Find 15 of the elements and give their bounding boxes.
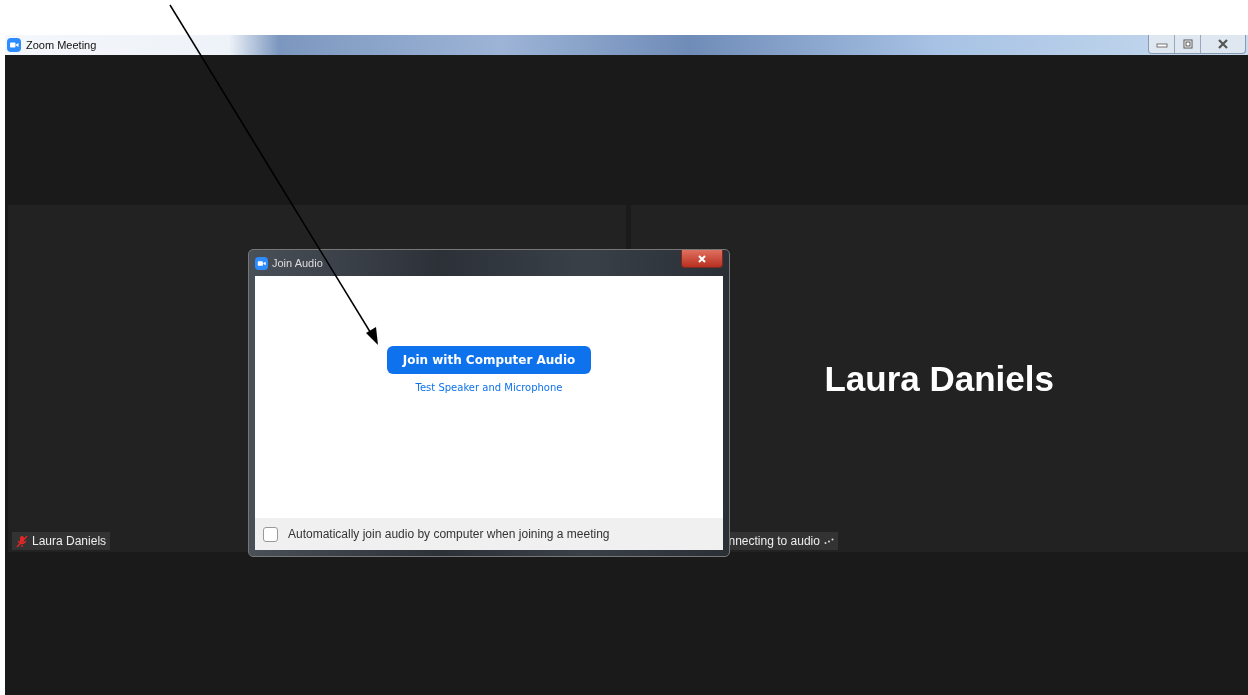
close-button[interactable] (681, 250, 723, 268)
test-audio-link[interactable]: Test Speaker and Microphone (415, 382, 563, 393)
join-audio-button[interactable]: Join with Computer Audio (386, 346, 592, 374)
dialog-title: Join Audio (272, 257, 323, 269)
minimize-icon (1155, 40, 1168, 48)
participant-display-name: Laura Daniels (824, 358, 1054, 399)
close-icon (697, 254, 707, 263)
restore-icon (1181, 38, 1194, 50)
camera-icon (7, 38, 21, 52)
camera-icon (255, 256, 268, 270)
participant-name: Laura Daniels (32, 534, 107, 548)
window-title: Zoom Meeting (26, 39, 97, 51)
dots-icon (823, 538, 834, 544)
close-icon (1217, 39, 1229, 49)
checkbox[interactable] (263, 526, 278, 542)
